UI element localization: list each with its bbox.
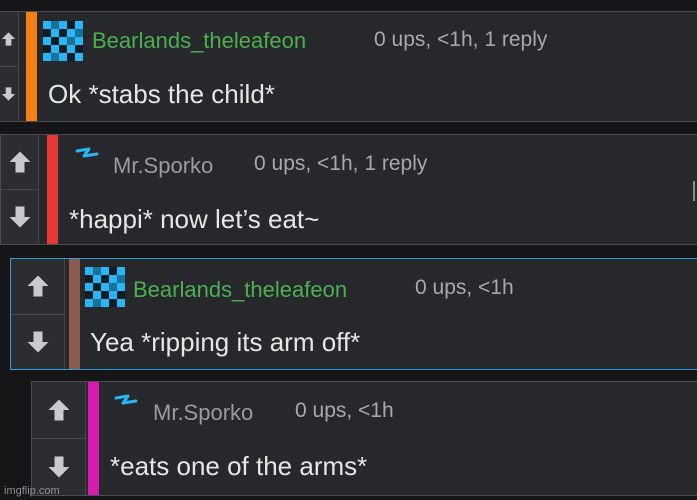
- username-link[interactable]: Mr.Sporko: [113, 153, 213, 179]
- comment-meta: 0 ups, <1h: [295, 399, 394, 422]
- username-link[interactable]: Bearlands_theleafeon: [92, 28, 306, 54]
- upvote-button[interactable]: [1, 135, 39, 190]
- username-link[interactable]: Bearlands_theleafeon: [133, 277, 347, 303]
- comment-card: Bearlands_theleafeon 0 ups, <1h, 1 reply…: [0, 11, 697, 122]
- comment-meta: 0 ups, <1h, 1 reply: [374, 28, 548, 51]
- comment-text: *eats one of the arms*: [110, 451, 368, 481]
- vote-column: [1, 135, 39, 244]
- downvote-arrow-icon: [23, 327, 53, 357]
- comment-depth-bar: [47, 135, 58, 244]
- comment-card: Mr.Sporko 0 ups, <1h, 1 reply *happi* no…: [0, 134, 697, 245]
- username-link[interactable]: Mr.Sporko: [153, 400, 253, 426]
- comment-meta: 0 ups, <1h, 1 reply: [254, 152, 428, 175]
- downvote-arrow-icon: [0, 81, 18, 107]
- upvote-button[interactable]: [11, 259, 65, 315]
- comment-text: *happi* now let’s eat~: [69, 204, 320, 234]
- comment-card-selected: Bearlands_theleafeon 0 ups, <1h Yea *rip…: [10, 258, 697, 370]
- comment-depth-bar: [26, 12, 37, 121]
- upvote-button[interactable]: [0, 12, 19, 67]
- vote-column: [32, 382, 86, 495]
- pixel-avatar-icon[interactable]: [43, 21, 83, 61]
- downvote-button[interactable]: [11, 314, 65, 369]
- downvote-arrow-icon: [5, 202, 35, 232]
- upvote-arrow-icon: [23, 271, 53, 301]
- vote-column: [0, 12, 19, 121]
- comment-thread: Bearlands_theleafeon 0 ups, <1h, 1 reply…: [0, 0, 697, 500]
- upvote-arrow-icon: [44, 395, 74, 425]
- downvote-button[interactable]: [0, 67, 19, 121]
- upvote-arrow-icon: [0, 26, 18, 52]
- comment-text: Yea *ripping its arm off*: [90, 327, 361, 357]
- downvote-button[interactable]: [1, 190, 39, 244]
- comment-meta: 0 ups, <1h: [415, 276, 514, 299]
- scroll-indicator[interactable]: [693, 181, 695, 201]
- pixel-avatar-icon[interactable]: [85, 267, 125, 307]
- downvote-arrow-icon: [44, 452, 74, 482]
- upvote-button[interactable]: [32, 382, 86, 439]
- comment-card: Mr.Sporko 0 ups, <1h *eats one of the ar…: [31, 381, 697, 496]
- lightning-avatar-icon[interactable]: [67, 139, 107, 179]
- comment-depth-bar: [69, 259, 80, 369]
- lightning-avatar-icon[interactable]: [106, 386, 146, 426]
- comment-depth-bar: [88, 382, 99, 495]
- upvote-arrow-icon: [5, 147, 35, 177]
- watermark: imgflip.com: [4, 485, 60, 497]
- vote-column: [11, 259, 65, 369]
- comment-text: Ok *stabs the child*: [48, 79, 275, 109]
